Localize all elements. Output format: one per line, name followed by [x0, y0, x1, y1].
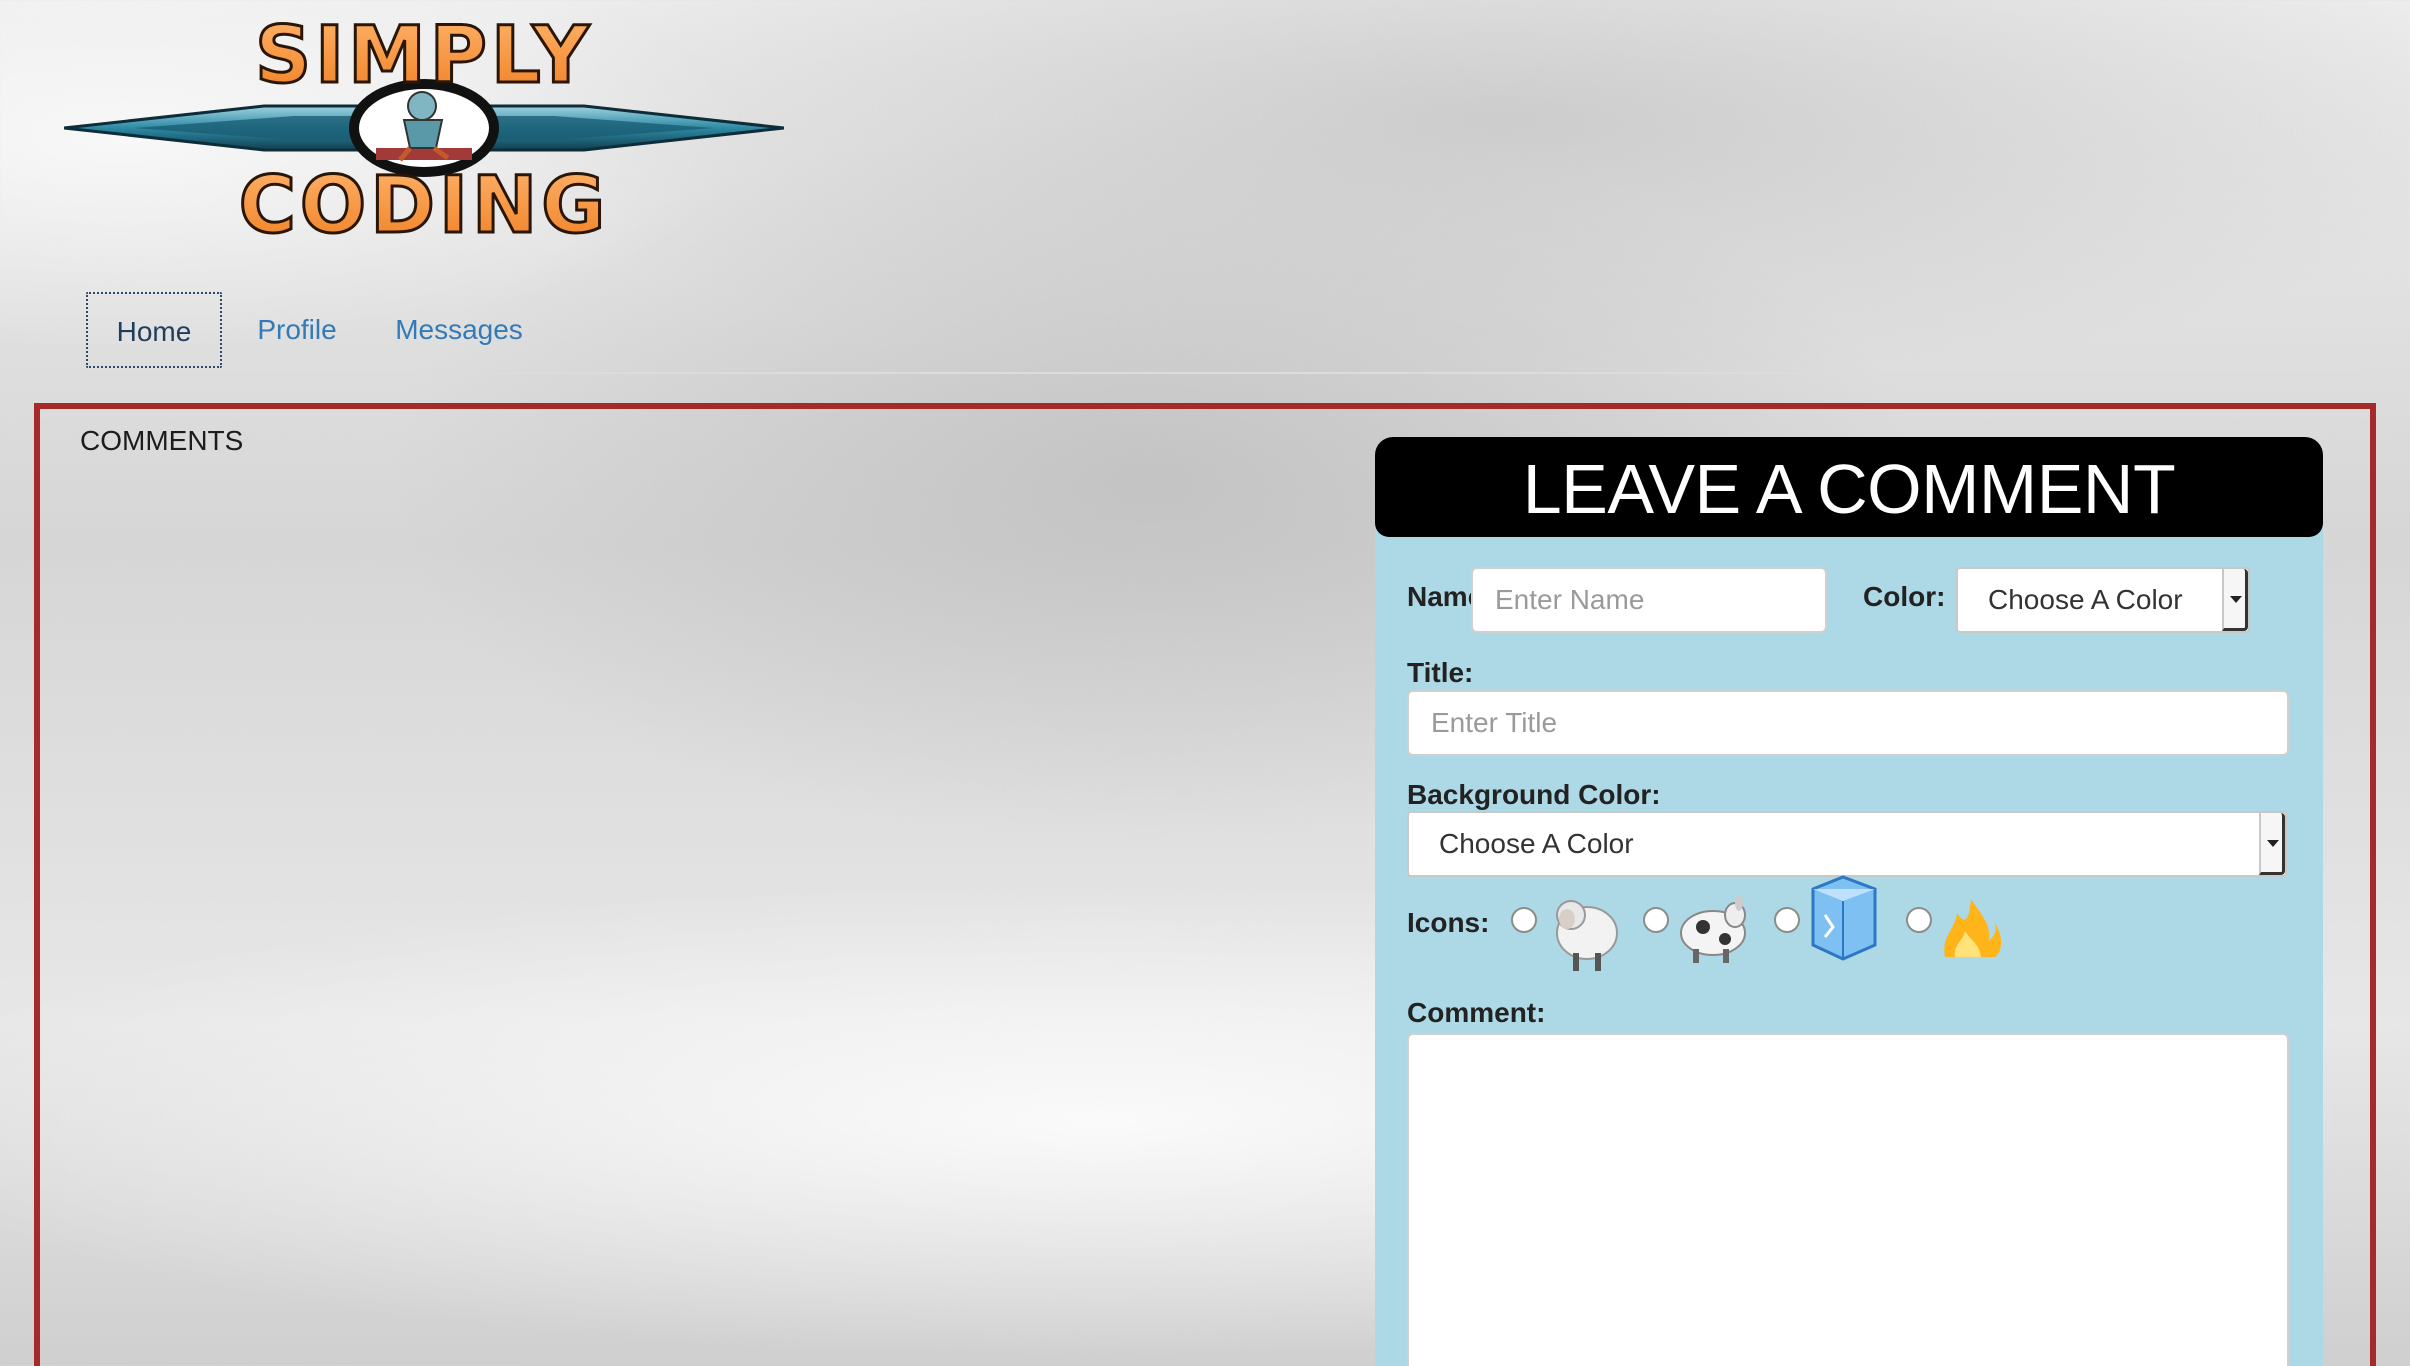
title-label: Title:: [1407, 657, 1474, 688]
comment-label: Comment:: [1407, 997, 1546, 1028]
background-color-select[interactable]: Choose A Color: [1407, 811, 2287, 877]
logo-graphic: SIMPLY CODING: [64, 10, 784, 250]
chevron-down-icon: [2222, 569, 2248, 631]
nav-tab-home[interactable]: Home: [86, 292, 222, 368]
form-title: LEAVE A COMMENT: [1375, 437, 2323, 537]
chevron-down-icon: [2259, 813, 2285, 875]
name-input[interactable]: [1471, 567, 1827, 633]
nav-tab-profile[interactable]: Profile: [242, 292, 352, 368]
color-select-value: Choose A Color: [1988, 584, 2183, 615]
sheep-icon: [1556, 900, 1618, 971]
title-input[interactable]: [1407, 690, 2289, 756]
icon-radio-fire[interactable]: [1906, 907, 1932, 933]
simply-coding-logo[interactable]: SIMPLY CODING: [64, 10, 784, 250]
logo-bottom-word: CODING: [239, 161, 610, 250]
leave-comment-form: LEAVE A COMMENT Name: Color: Choose A Co…: [1375, 437, 2323, 1366]
icons-label: Icons:: [1407, 907, 1490, 938]
comments-heading: COMMENTS: [80, 425, 244, 456]
comments-panel: COMMENTS LEAVE A COMMENT Name: Color: Ch…: [34, 403, 2376, 1366]
ice-cube-icon: [1811, 875, 1877, 961]
color-select[interactable]: Choose A Color: [1956, 567, 2250, 633]
nav-tab-messages[interactable]: Messages: [384, 292, 534, 368]
comment-textarea[interactable]: [1407, 1033, 2289, 1366]
icon-radio-ice[interactable]: [1774, 907, 1800, 933]
icon-radio-sheep[interactable]: [1511, 907, 1537, 933]
background-color-select-value: Choose A Color: [1439, 828, 1634, 859]
main-nav: Home Profile Messages: [86, 292, 2366, 374]
cow-icon: [1680, 895, 1746, 963]
icon-radio-cow[interactable]: [1643, 907, 1669, 933]
form-body: Name: Color: Choose A Color Title: Backg…: [1375, 527, 2323, 1366]
background-color-label: Background Color:: [1407, 779, 1661, 810]
fire-icon: [1944, 899, 2002, 957]
color-label: Color:: [1863, 581, 1946, 612]
logo-top-word: SIMPLY: [255, 11, 593, 101]
